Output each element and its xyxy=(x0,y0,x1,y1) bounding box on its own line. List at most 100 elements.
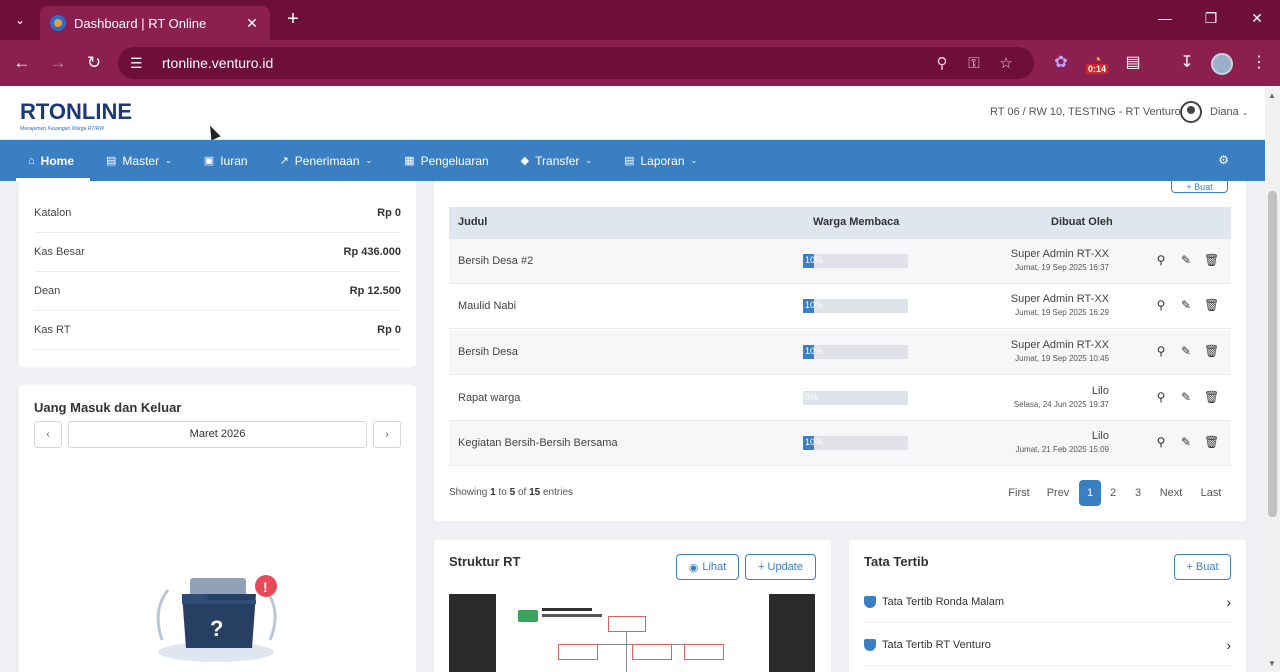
scroll-up-icon[interactable]: ▲ xyxy=(1268,91,1276,100)
pin-icon[interactable]: ⚲ xyxy=(1154,298,1168,312)
restore-icon[interactable]: ❐ xyxy=(1201,10,1221,30)
edit-icon[interactable]: ✎ xyxy=(1179,253,1193,267)
site-info-icon[interactable]: ☰ xyxy=(130,55,150,72)
chevron-right-icon: › xyxy=(1226,636,1231,653)
nav-laporan[interactable]: ▤ Laporan ⌄ xyxy=(608,140,713,181)
page-scrollbar[interactable]: ▲ ▼ xyxy=(1265,87,1280,672)
zoom-icon[interactable]: ⚲ xyxy=(926,54,958,72)
pager-page-2[interactable]: 2 xyxy=(1103,480,1123,506)
tab-search-icon[interactable]: ⌄ xyxy=(8,8,32,32)
created-date: Jumat, 19 Sep 2025 10:45 xyxy=(1015,354,1109,363)
edit-icon[interactable]: ✎ xyxy=(1179,390,1193,404)
download-icon[interactable]: ↧ xyxy=(1175,52,1199,74)
nav-label: Transfer xyxy=(535,153,580,168)
nav-transfer[interactable]: ◆ Transfer ⌄ xyxy=(505,140,608,181)
file-icon: ▤ xyxy=(624,155,635,167)
pin-icon[interactable]: ⚲ xyxy=(1154,344,1168,358)
new-tab-icon[interactable]: + xyxy=(283,9,303,29)
scroll-down-icon[interactable]: ▼ xyxy=(1268,659,1276,668)
reload-icon[interactable]: ↻ xyxy=(83,52,105,74)
kas-value: Rp 0 xyxy=(377,324,401,336)
pager-first[interactable]: First xyxy=(1005,480,1033,506)
org-node xyxy=(558,644,598,660)
scroll-thumb[interactable] xyxy=(1268,191,1277,517)
add-announcement-button[interactable]: + Buat xyxy=(1171,181,1228,193)
row-title: Rapat warga xyxy=(458,392,521,404)
delete-icon[interactable]: 🗑 xyxy=(1204,253,1219,267)
chevron-down-icon: ⌄ xyxy=(585,156,593,165)
lihat-label: Lihat xyxy=(702,561,727,573)
created-by: Lilo Selasa, 24 Jun 2025 19:37 xyxy=(1014,385,1109,409)
lihat-button[interactable]: ◉ Lihat xyxy=(676,554,739,580)
prev-month-button[interactable]: ‹ xyxy=(34,421,62,448)
rule-item[interactable]: Tata Tertib RT Venturo › xyxy=(864,624,1231,666)
month-picker: ‹ Maret 2026 › xyxy=(34,421,401,448)
forward-icon[interactable]: → xyxy=(47,52,69,74)
minimize-icon[interactable]: — xyxy=(1155,10,1175,30)
pager-page-3[interactable]: 3 xyxy=(1128,480,1148,506)
edit-icon[interactable]: ✎ xyxy=(1179,435,1193,449)
delete-icon[interactable]: 🗑 xyxy=(1204,435,1219,449)
update-button[interactable]: + Update xyxy=(745,554,816,580)
row-title: Maulid Nabi xyxy=(458,300,517,312)
browser-tab[interactable]: Dashboard | RT Online ✕ xyxy=(40,6,270,40)
extensions-icon[interactable]: ▤ xyxy=(1121,52,1145,74)
pager-page-1[interactable]: 1 xyxy=(1079,480,1101,506)
delete-icon[interactable]: 🗑 xyxy=(1204,390,1219,404)
nav-master[interactable]: ▤ Master ⌄ xyxy=(90,140,188,181)
tag-icon: ◆ xyxy=(520,155,530,167)
org-node xyxy=(632,644,672,660)
app-logo[interactable]: RTONLINE Manajemen Keuangan Warga RT/RW xyxy=(20,99,132,132)
user-icon xyxy=(1180,101,1202,123)
key-icon[interactable]: ⚿ xyxy=(958,55,990,72)
kas-value: Rp 0 xyxy=(377,207,401,219)
pin-icon[interactable]: ⚲ xyxy=(1154,253,1168,267)
kas-row: Kas RT Rp 0 xyxy=(34,311,401,350)
edit-icon[interactable]: ✎ xyxy=(1179,298,1193,312)
read-percent: 10% xyxy=(805,255,824,265)
read-percent: 10% xyxy=(805,300,824,310)
edit-icon[interactable]: ✎ xyxy=(1179,344,1193,358)
pager-prev[interactable]: Prev xyxy=(1044,480,1072,506)
pin-icon[interactable]: ⚲ xyxy=(1154,435,1168,449)
delete-icon[interactable]: 🗑 xyxy=(1204,298,1219,312)
add-rule-button[interactable]: + Buat xyxy=(1174,554,1231,580)
kas-value: Rp 436.000 xyxy=(343,246,401,258)
settings-icon[interactable]: ⚙ xyxy=(1218,153,1229,167)
nav-pengeluaran[interactable]: ▦ Pengeluaran xyxy=(388,140,504,181)
card-icon: ▣ xyxy=(203,155,215,167)
window-close-icon[interactable]: ✕ xyxy=(1247,10,1267,30)
info-text: entries xyxy=(542,487,573,498)
next-month-button[interactable]: › xyxy=(373,421,401,448)
profile-avatar[interactable] xyxy=(1211,53,1233,75)
browser-menu-icon[interactable]: ⋮ xyxy=(1247,52,1271,74)
feather-extension-icon[interactable]: ✿ xyxy=(1049,52,1073,74)
rule-item[interactable]: Tata Tertib Ronda Malam › xyxy=(864,581,1231,623)
nav-label: Pengeluaran xyxy=(420,153,489,168)
month-value[interactable]: Maret 2026 xyxy=(68,421,367,448)
delete-icon[interactable]: 🗑 xyxy=(1204,344,1219,358)
close-tab-icon[interactable]: ✕ xyxy=(244,15,260,32)
bookmark-star-icon[interactable]: ☆ xyxy=(990,54,1022,72)
kas-row: Dean Rp 12.500 xyxy=(34,272,401,311)
logo-tagline: Manajemen Keuangan Warga RT/RW xyxy=(20,126,104,132)
user-menu[interactable]: Diana ⌄ xyxy=(1180,101,1248,123)
chevron-down-icon: ⌄ xyxy=(365,156,373,165)
table-row: Bersih Desa #2 10% Super Admin RT-XX Jumat,… xyxy=(449,239,1231,284)
struktur-image[interactable] xyxy=(449,594,815,672)
created-by: Super Admin RT-XX Jumat, 19 Sep 2025 10:4… xyxy=(1011,339,1109,363)
kas-row: Katalon Rp 0 xyxy=(34,194,401,233)
author-name: Super Admin RT-XX xyxy=(1010,293,1109,305)
org-connector xyxy=(626,632,627,672)
url-text[interactable]: rtonline.venturo.id xyxy=(162,55,926,71)
pager-next[interactable]: Next xyxy=(1156,480,1186,506)
table-row: Kegiatan Bersih-Bersih Bersama 10% Lilo Jum… xyxy=(449,421,1231,466)
nav-penerimaan[interactable]: ↗ Penerimaan ⌄ xyxy=(264,140,389,181)
pager-last[interactable]: Last xyxy=(1197,480,1225,506)
back-icon[interactable]: ← xyxy=(11,52,33,74)
nav-iuran[interactable]: ▣ Iuran xyxy=(188,140,264,181)
pin-icon[interactable]: ⚲ xyxy=(1154,390,1168,404)
col-warga: Warga Membaca xyxy=(813,216,900,228)
address-bar[interactable]: ☰ rtonline.venturo.id ⚲ ⚿ ☆ xyxy=(118,47,1034,79)
nav-home[interactable]: ⌂ Home xyxy=(0,140,90,181)
